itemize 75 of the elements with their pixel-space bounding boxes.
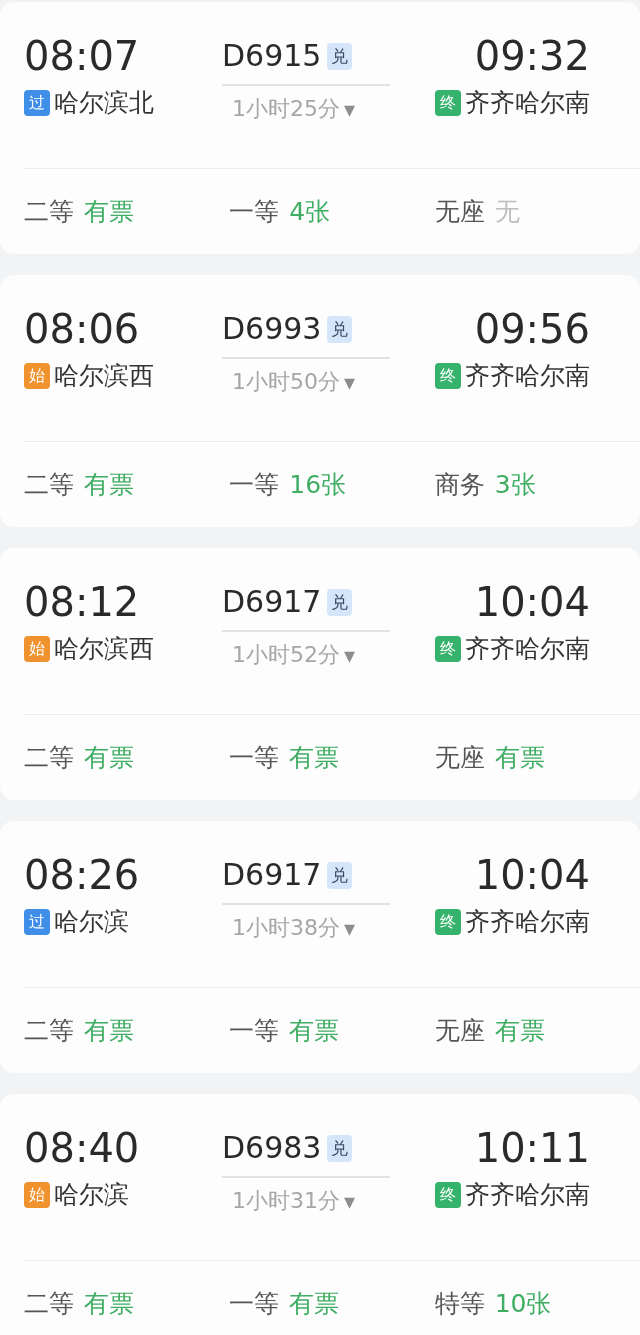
arrival-station: 齐齐哈尔南 [465,634,590,664]
seat-class: 二等 [24,469,74,501]
station-type-badge: 始 [24,1182,50,1208]
seat-availability: 有票 [84,1015,134,1047]
seat-availability: 有票 [494,742,545,774]
seat-availability: 有票 [84,469,134,501]
seat-availability: 有票 [84,196,134,228]
train-number: D6917 [222,857,322,893]
seat-availability: 有票 [494,1015,545,1047]
seat-class: 二等 [24,742,74,774]
train-number: D6915 [222,38,322,74]
seat-class: 无座 [434,1015,485,1047]
seat-class: 一等 [229,742,280,774]
seat-class: 二等 [24,1015,74,1047]
seat-availability: 4张 [289,196,331,228]
arrival-station: 齐齐哈尔南 [465,361,590,391]
seat-availability: 3张 [494,469,536,501]
train-card[interactable]: 08:06 始 哈尔滨西 D6993 兑 1小时50分 ▾ 09:56 终 齐齐哈尔南 二等 有票 一等 16张 商务 3张 [0,275,640,527]
train-card[interactable]: 08:07 过 哈尔滨北 D6915 兑 1小时25分 ▾ 09:32 终 齐齐哈尔南 二等 有票 一等 4张 无座 无 [0,2,640,254]
seat-availability: 有票 [84,742,134,774]
departure-station: 哈尔滨 [54,907,129,937]
departure-station: 哈尔滨西 [54,361,154,391]
seat-availability: 10张 [494,1288,552,1320]
arrival-time: 09:32 [474,32,590,80]
arrival-time: 10:04 [474,578,590,626]
station-type-badge: 终 [435,636,461,662]
departure-time: 08:06 [24,305,141,353]
arrival-time: 09:56 [474,305,590,353]
station-type-badge: 始 [24,363,50,389]
train-card[interactable]: 08:40 始 哈尔滨 D6983 兑 1小时31分 ▾ 10:11 终 齐齐哈尔南 二等 有票 一等 有票 特等 10张 [0,1094,640,1335]
station-type-badge: 终 [435,90,461,116]
departure-time: 08:26 [24,851,141,899]
seat-class: 一等 [229,1288,280,1320]
departure-station: 哈尔滨北 [54,88,154,118]
arrival-station: 齐齐哈尔南 [465,907,590,937]
station-type-badge: 终 [435,909,461,935]
seat-availability: 无 [494,196,520,228]
seat-class: 一等 [229,196,280,228]
seat-class: 一等 [229,1015,280,1047]
exchange-badge: 兑 [327,315,353,343]
train-card[interactable]: 08:12 始 哈尔滨西 D6917 兑 1小时52分 ▾ 10:04 终 齐齐哈尔南 二等 有票 一等 有票 无座 有票 [0,548,640,800]
departure-station: 哈尔滨 [54,1180,129,1210]
seat-class: 商务 [434,469,485,501]
seat-availability: 16张 [289,469,347,501]
train-number: D6993 [222,311,322,347]
seat-availability: 有票 [84,1288,134,1320]
train-number: D6983 [222,1130,322,1166]
arrival-station: 齐齐哈尔南 [465,88,590,118]
station-type-badge: 过 [24,90,50,116]
train-card[interactable]: 08:26 过 哈尔滨 D6917 兑 1小时38分 ▾ 10:04 终 齐齐哈尔南 二等 有票 一等 有票 无座 有票 [0,821,640,1073]
exchange-badge: 兑 [327,861,353,889]
station-type-badge: 终 [435,1182,461,1208]
seat-class: 一等 [229,469,280,501]
train-number: D6917 [222,584,322,620]
station-type-badge: 终 [435,363,461,389]
exchange-badge: 兑 [327,42,353,70]
seat-class: 无座 [434,196,485,228]
seat-availability: 有票 [289,1288,340,1320]
departure-time: 08:12 [24,578,141,626]
seat-availability: 有票 [289,742,340,774]
seat-class: 二等 [24,1288,74,1320]
departure-time: 08:07 [24,32,141,80]
seat-class: 特等 [434,1288,485,1320]
seat-class: 无座 [434,742,485,774]
station-type-badge: 过 [24,909,50,935]
arrival-time: 10:04 [474,851,590,899]
departure-station: 哈尔滨西 [54,634,154,664]
arrival-station: 齐齐哈尔南 [465,1180,590,1210]
exchange-badge: 兑 [327,588,353,616]
departure-time: 08:40 [24,1124,141,1172]
exchange-badge: 兑 [327,1134,353,1162]
arrival-time: 10:11 [474,1124,590,1172]
seat-class: 二等 [24,196,74,228]
seat-availability: 有票 [289,1015,340,1047]
station-type-badge: 始 [24,636,50,662]
